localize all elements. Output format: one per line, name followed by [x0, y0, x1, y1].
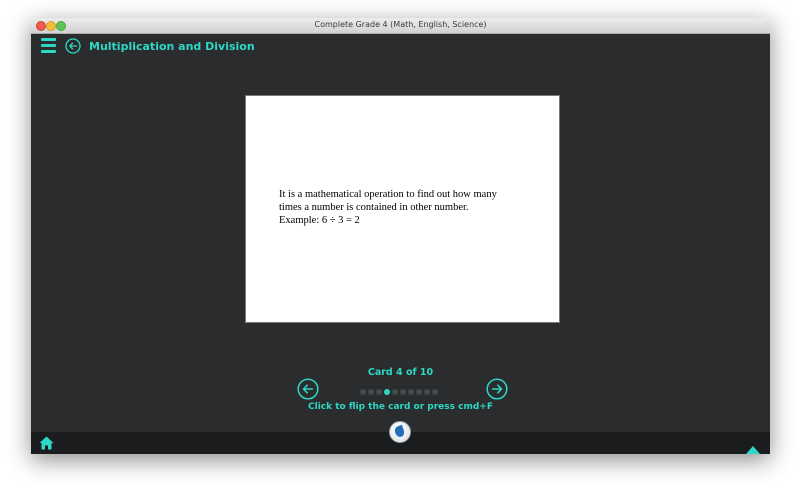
progress-dot: [416, 389, 422, 395]
page-title: Multiplication and Division: [89, 40, 255, 53]
menu-icon[interactable]: [41, 38, 56, 54]
progress-dot: [400, 389, 406, 395]
app-header: Multiplication and Division: [31, 34, 770, 60]
card-content: It is a mathematical operation to find o…: [279, 188, 529, 227]
progress-dot-active: [384, 389, 390, 395]
up-arrow-icon[interactable]: [746, 439, 760, 454]
card-text-line: times a number is contained in other num…: [279, 202, 469, 213]
app-logo-icon[interactable]: [389, 421, 411, 443]
home-icon[interactable]: [39, 435, 54, 454]
prev-arrow-icon[interactable]: [297, 378, 319, 404]
app-window: Complete Grade 4 (Math, English, Science…: [31, 18, 770, 454]
progress-dot: [368, 389, 374, 395]
next-arrow-icon[interactable]: [486, 378, 508, 404]
back-arrow-icon[interactable]: [65, 38, 81, 58]
progress-dot: [376, 389, 382, 395]
progress-dot: [408, 389, 414, 395]
card-counter: Card 4 of 10: [367, 367, 434, 378]
flash-card[interactable]: It is a mathematical operation to find o…: [245, 95, 560, 323]
progress-dot: [360, 389, 366, 395]
flip-hint: Click to flip the card or press cmd+F: [308, 402, 493, 412]
title-bar: Complete Grade 4 (Math, English, Science…: [31, 18, 770, 34]
window-title: Complete Grade 4 (Math, English, Science…: [314, 20, 487, 29]
progress-dot: [424, 389, 430, 395]
card-text-line: Example: 6 ÷ 3 = 2: [279, 215, 360, 226]
progress-dot: [432, 389, 438, 395]
progress-dot: [392, 389, 398, 395]
card-text-line: It is a mathematical operation to find o…: [279, 189, 497, 200]
